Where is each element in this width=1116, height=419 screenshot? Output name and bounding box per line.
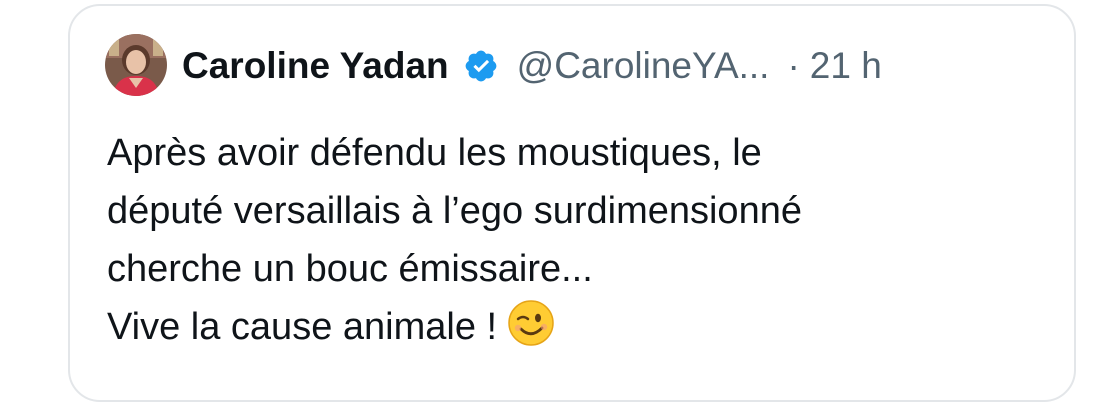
avatar[interactable] — [105, 34, 167, 96]
tweet-timestamp[interactable]: 21 h — [810, 45, 882, 87]
winking-face-icon — [507, 299, 555, 347]
verified-badge-icon — [463, 48, 499, 84]
tweet-text-line-last: Vive la cause animale ! — [107, 298, 1047, 356]
tweet-text-line: Après avoir défendu les moustiques, le — [107, 132, 762, 174]
tweet-text-line: Vive la cause animale ! — [107, 306, 498, 348]
separator-dot: · — [787, 45, 800, 86]
author-handle[interactable]: @CarolineYA... — [517, 45, 770, 87]
tweet-header: Caroline Yadan @CarolineYA... · 21 h — [182, 40, 882, 92]
tweet-text-line: cherche un bouc émissaire... — [107, 248, 593, 290]
tweet-text-line: député versaillais à l’ego surdimensionn… — [107, 190, 802, 232]
tweet-text: Après avoir défendu les moustiques, le d… — [107, 124, 1047, 356]
author-name[interactable]: Caroline Yadan — [182, 45, 449, 87]
